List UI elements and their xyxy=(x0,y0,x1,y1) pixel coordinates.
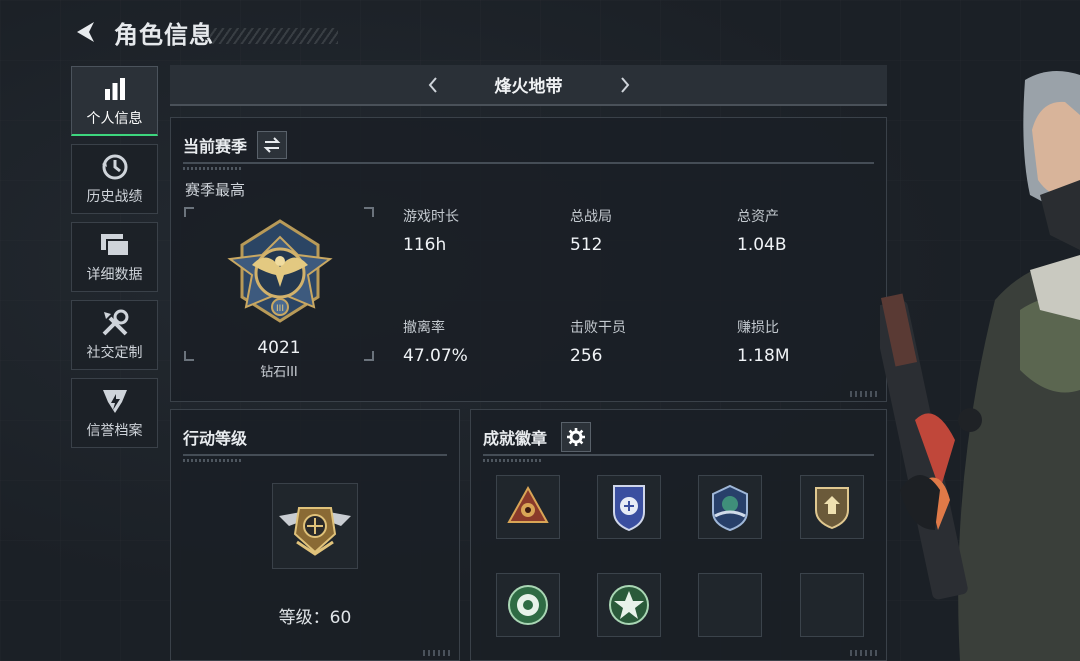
stat-value: 1.18M xyxy=(737,346,790,366)
stat-value: 256 xyxy=(570,346,603,366)
action-level-title: 行动等级 xyxy=(183,429,248,448)
stat-play-time: 游戏时长 116h xyxy=(403,206,459,255)
sidebar-item-detailed-data[interactable]: 详细数据 xyxy=(71,222,158,292)
title-decoration xyxy=(210,28,338,44)
character-portrait xyxy=(880,71,1080,661)
achievements-title: 成就徽章 xyxy=(483,429,548,448)
stat-value: 47.07% xyxy=(403,346,468,366)
sidebar-item-social[interactable]: 社交定制 xyxy=(71,300,158,370)
stat-value: 1.04B xyxy=(737,235,787,255)
stat-extract-rate: 撤离率 47.07% xyxy=(403,317,468,366)
triangle-eye-badge-icon xyxy=(507,485,549,523)
season-panel: 当前赛季 赛季最高 III 4021 钻石III 游戏时长 116h 总战局 5… xyxy=(170,117,887,402)
action-level-panel: 行动等级 等级：60 xyxy=(170,409,460,661)
level-value: 等级：60 xyxy=(278,608,352,628)
stat-label: 总战局 xyxy=(570,209,612,225)
stat-label: 击败干员 xyxy=(570,320,626,336)
settings-button[interactable] xyxy=(561,422,592,452)
page-title: 角色信息 xyxy=(114,20,214,49)
navy-wing-badge-icon xyxy=(712,484,748,532)
corner-decoration xyxy=(850,650,880,656)
season-best-label: 赛季最高 xyxy=(185,181,246,199)
stat-operators-defeated: 击败干员 256 xyxy=(570,317,626,366)
bar-chart-icon xyxy=(99,74,131,104)
badge-slot[interactable] xyxy=(496,573,560,637)
gear-icon xyxy=(567,428,586,446)
sidebar: 个人信息 历史战绩 详细数据 社交定制 信誉档案 xyxy=(71,66,158,456)
rank-emblem-icon: III xyxy=(227,219,333,323)
sidebar-item-label: 个人信息 xyxy=(86,110,143,127)
rank-box: III 4021 钻石III xyxy=(184,207,374,380)
badge-slot-empty[interactable] xyxy=(698,573,762,637)
mode-selector: 烽火地带 xyxy=(170,65,887,106)
badge-slot-empty[interactable] xyxy=(800,573,864,637)
level-emblem[interactable] xyxy=(272,483,358,569)
stat-total-matches: 总战局 512 xyxy=(570,206,612,255)
stat-label: 撤离率 xyxy=(403,320,445,336)
sidebar-item-personal-info[interactable]: 个人信息 xyxy=(71,66,158,136)
svg-text:III: III xyxy=(276,304,284,314)
divider-dots xyxy=(183,459,243,462)
achievements-panel: 成就徽章 xyxy=(470,409,887,661)
corner-decoration xyxy=(423,650,453,656)
stat-value: 512 xyxy=(570,235,603,255)
back-arrow-icon[interactable] xyxy=(70,17,100,47)
green-star-badge-icon xyxy=(609,585,649,625)
history-clock-icon xyxy=(99,152,131,182)
achievements-header: 成就徽章 xyxy=(483,420,874,456)
sidebar-item-label: 信誉档案 xyxy=(86,423,143,439)
action-level-header: 行动等级 xyxy=(183,420,447,456)
swap-icon xyxy=(263,137,281,153)
season-title: 当前赛季 xyxy=(183,137,248,156)
tools-icon xyxy=(99,308,131,338)
stat-label: 游戏时长 xyxy=(403,209,459,225)
stat-label: 赚损比 xyxy=(737,320,779,336)
badge-slot[interactable] xyxy=(597,475,661,539)
badge-slot[interactable] xyxy=(496,475,560,539)
corner-decoration xyxy=(850,391,880,397)
season-header: 当前赛季 xyxy=(183,128,874,164)
green-flower-badge-icon xyxy=(508,585,548,625)
chevron-left-icon[interactable] xyxy=(413,70,453,100)
rank-score: 4021 xyxy=(257,338,301,358)
level-emblem-icon xyxy=(279,507,351,556)
gold-shield-badge-icon xyxy=(815,487,849,530)
sidebar-item-label: 详细数据 xyxy=(86,267,143,283)
badge-slot[interactable] xyxy=(800,475,864,539)
stacked-cards-icon xyxy=(99,230,131,260)
badge-slot[interactable] xyxy=(597,573,661,637)
rank-tier: 钻石III xyxy=(260,365,298,380)
sidebar-item-label: 历史战绩 xyxy=(86,189,143,205)
divider-dots xyxy=(183,167,243,170)
sidebar-item-label: 社交定制 xyxy=(86,345,143,361)
sidebar-item-reputation[interactable]: 信誉档案 xyxy=(71,378,158,448)
stat-label: 总资产 xyxy=(737,209,779,225)
stat-total-assets: 总资产 1.04B xyxy=(737,206,787,255)
stat-value: 116h xyxy=(403,235,447,255)
shield-badge-icon xyxy=(99,386,131,416)
sidebar-item-history[interactable]: 历史战绩 xyxy=(71,144,158,214)
swap-season-button[interactable] xyxy=(257,131,288,159)
mode-name: 烽火地带 xyxy=(494,77,563,97)
badge-slot[interactable] xyxy=(698,475,762,539)
header: 角色信息 xyxy=(70,14,338,50)
chevron-right-icon[interactable] xyxy=(605,70,645,100)
stat-profit-loss: 赚损比 1.18M xyxy=(737,317,790,366)
blue-shield-badge-icon xyxy=(613,485,645,532)
divider-dots xyxy=(483,459,543,462)
